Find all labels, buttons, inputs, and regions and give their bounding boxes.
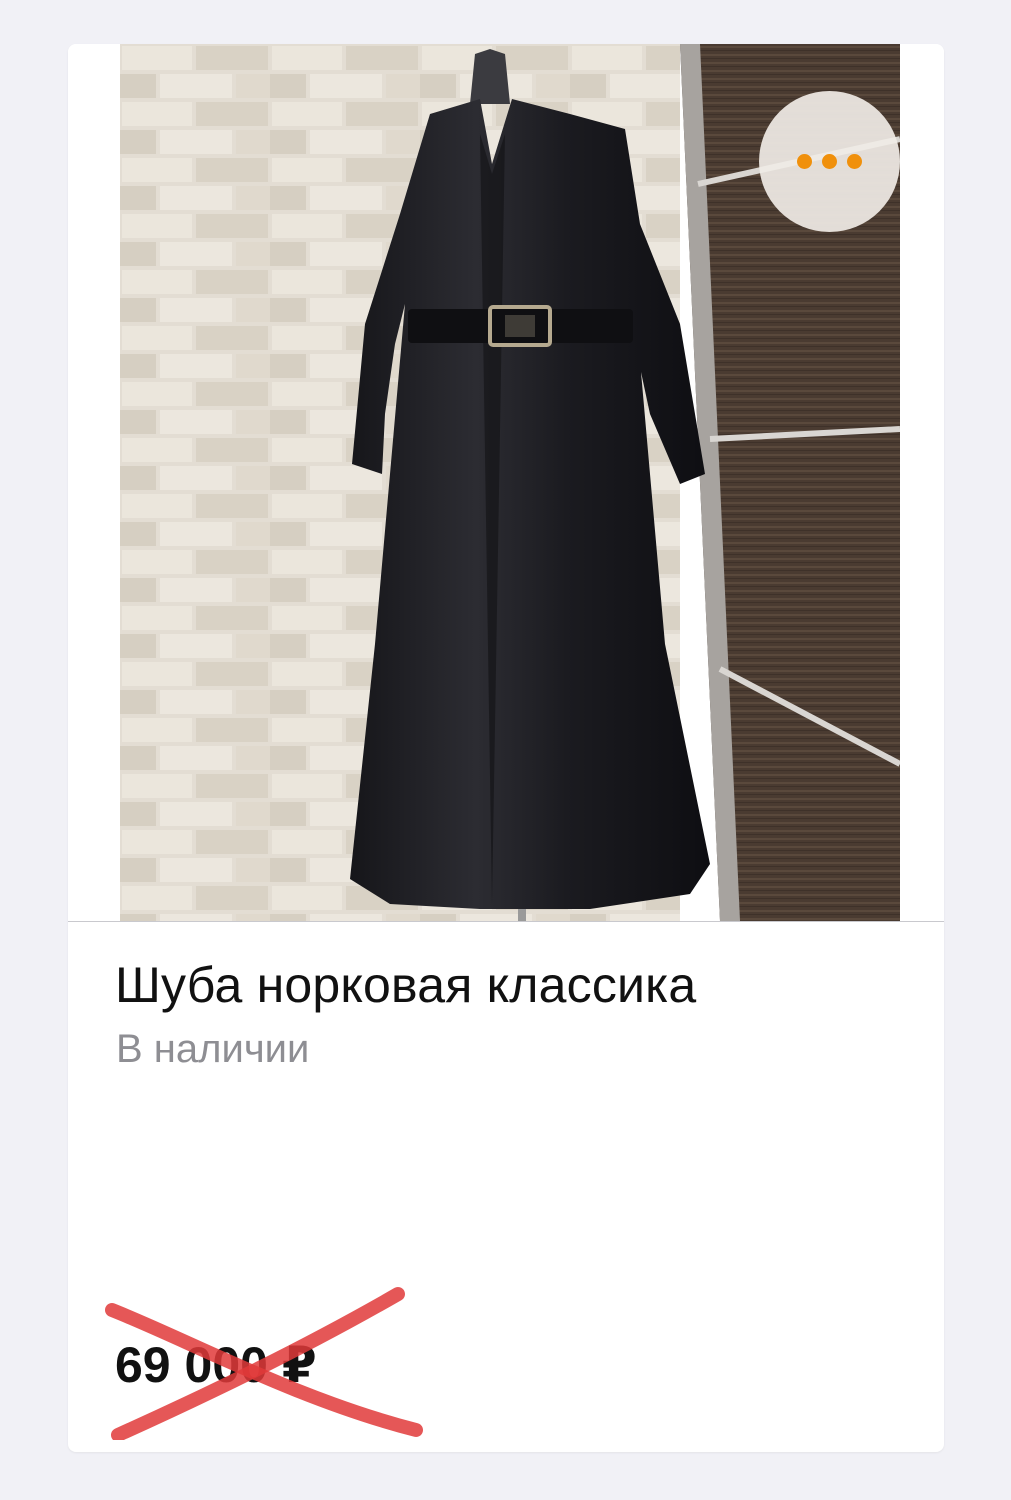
more-dot [822, 154, 837, 169]
product-photo[interactable] [68, 44, 944, 922]
more-options-button[interactable] [759, 91, 900, 232]
availability-status: В наличии [116, 1027, 310, 1071]
more-dot [797, 154, 812, 169]
price-block: 69 000 ₽ [98, 1280, 428, 1440]
more-dot [847, 154, 862, 169]
product-card[interactable]: Шуба норковая классика В наличии 69 000 … [68, 44, 944, 1452]
strike-cross-icon [105, 1287, 423, 1440]
product-title: Шуба норковая классика [115, 957, 697, 1013]
